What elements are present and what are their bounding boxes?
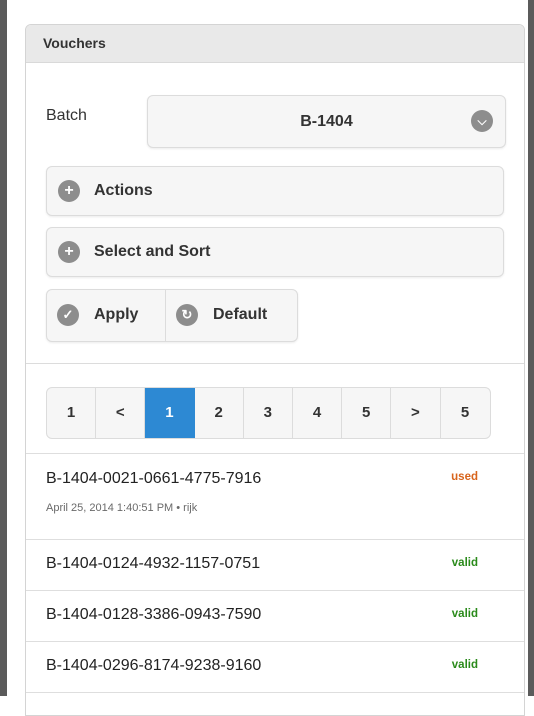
list-item[interactable]: B-1404-0128-3386-0943-7590 valid [26,590,524,641]
pagination: 1 < 1 2 3 4 5 > 5 [46,387,491,439]
plus-circle-icon: + [58,241,80,263]
page-prev-button[interactable]: < [96,388,146,438]
actions-collapsible[interactable]: + Actions [46,166,504,216]
batch-select-value: B-1404 [300,113,353,130]
batch-label: Batch [46,107,87,124]
default-label: Default [213,306,268,323]
batch-select[interactable]: B-1404 ⌵ [147,95,506,148]
plus-circle-icon: + [58,180,80,202]
window-edge-left [0,0,7,696]
voucher-code: B-1404-0124-4932-1157-0751 [46,555,261,572]
panel-title: Vouchers [26,25,524,63]
batch-row: Batch B-1404 ⌵ [46,95,506,149]
apply-button[interactable]: ✓ Apply [47,290,165,341]
status-badge: valid [451,659,478,671]
actions-label: Actions [94,182,153,199]
page-4-button[interactable]: 4 [293,388,343,438]
page-1-button[interactable]: 1 [145,388,195,438]
list-item[interactable]: B-1404-0021-0661-4775-7916 April 25, 201… [26,453,524,539]
apply-default-group: ✓ Apply ↻ Default [46,289,298,342]
page-3-button[interactable]: 3 [244,388,293,438]
status-badge: used [451,471,478,483]
voucher-list: B-1404-0021-0661-4775-7916 April 25, 201… [26,453,524,703]
section-divider [26,363,524,364]
page-5-button[interactable]: 5 [342,388,392,438]
voucher-code: B-1404-0296-8174-9238-9160 [46,657,262,674]
default-button[interactable]: ↻ Default [166,290,297,341]
list-item[interactable]: B-1404-0124-4932-1157-0751 valid [26,539,524,590]
window-edge-right [528,0,534,696]
refresh-circle-icon: ↻ [176,304,198,326]
voucher-code: B-1404-0128-3386-0943-7590 [46,606,262,623]
vouchers-panel: Vouchers Batch B-1404 ⌵ + Actions + Sele… [25,24,525,716]
chevron-down-circle-icon: ⌵ [471,110,493,132]
check-circle-icon: ✓ [57,304,79,326]
list-item[interactable]: B-1404-0296-8174-9238-9160 valid [26,641,524,692]
page-next-button[interactable]: > [391,388,441,438]
select-and-sort-label: Select and Sort [94,243,211,260]
apply-label: Apply [94,306,139,323]
voucher-meta: April 25, 2014 1:40:51 PM • rijk [46,502,198,514]
select-and-sort-collapsible[interactable]: + Select and Sort [46,227,504,277]
page-first-button[interactable]: 1 [47,388,97,438]
voucher-code: B-1404-0021-0661-4775-7916 [46,470,262,487]
status-badge: valid [451,557,478,569]
page-last-button[interactable]: 5 [441,388,490,438]
page-2-button[interactable]: 2 [195,388,244,438]
status-badge: valid [451,608,478,620]
list-item [26,692,524,703]
